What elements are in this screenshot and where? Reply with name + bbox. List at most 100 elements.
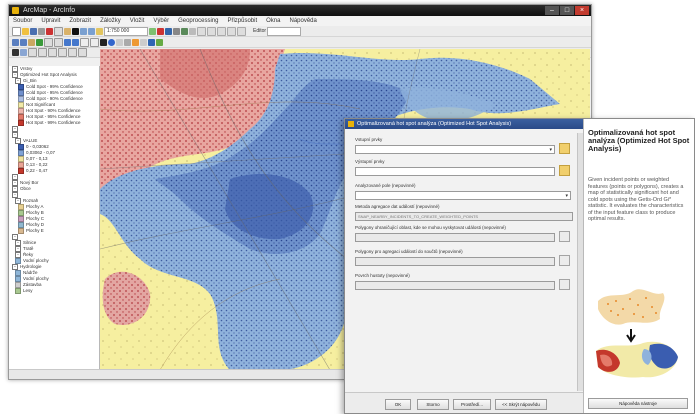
menu-upravit[interactable]: Upravit xyxy=(41,16,60,26)
tool-icon[interactable] xyxy=(217,26,226,36)
menu-soubor[interactable]: Soubor xyxy=(13,16,32,26)
tool-icon[interactable] xyxy=(197,26,206,36)
editor-menu[interactable]: Editor xyxy=(253,28,266,34)
undo-icon[interactable] xyxy=(80,27,87,35)
text-tool-icon[interactable] xyxy=(38,48,47,57)
select-features-icon[interactable] xyxy=(80,37,89,47)
environments-button[interactable]: Prostředí... xyxy=(453,399,491,410)
toc-layer-label: Lesy xyxy=(23,288,33,294)
maximize-button[interactable]: □ xyxy=(560,6,574,15)
menu-vyber[interactable]: Výběr xyxy=(153,16,169,26)
tool-icon[interactable] xyxy=(207,26,216,36)
copy-icon[interactable] xyxy=(54,26,63,36)
italic-icon[interactable] xyxy=(68,48,77,57)
editor-toolbar-icon[interactable] xyxy=(149,27,156,35)
rotate-icon[interactable] xyxy=(20,49,27,56)
density-surface-folder-button[interactable] xyxy=(559,279,570,290)
save-icon[interactable] xyxy=(30,27,37,35)
print-icon[interactable] xyxy=(38,27,45,35)
help-title: Optimalizovaná hot spot analýza (Optimiz… xyxy=(588,128,690,153)
zoom-out-icon[interactable] xyxy=(20,38,27,46)
add-data-icon[interactable] xyxy=(96,27,103,35)
chevron-down-icon: ▾ xyxy=(549,147,552,153)
find-icon[interactable] xyxy=(116,38,123,46)
python-icon[interactable] xyxy=(181,27,188,35)
identify-icon[interactable] xyxy=(108,38,115,46)
tool-icon[interactable] xyxy=(237,26,246,36)
minimize-button[interactable]: – xyxy=(545,6,559,15)
output-features-field[interactable] xyxy=(355,167,555,176)
fixed-zoom-in-icon[interactable] xyxy=(44,37,53,47)
input-features-dropdown[interactable]: ▾ xyxy=(355,145,555,154)
output-features-label: Výstupní prvky xyxy=(355,159,385,164)
html-popup-icon[interactable] xyxy=(140,38,147,46)
close-button[interactable]: × xyxy=(575,6,589,15)
toc-layer-label: Plochy B xyxy=(26,210,44,216)
bold-icon[interactable] xyxy=(58,48,67,57)
menu-vlozit[interactable]: Vložit xyxy=(130,16,145,26)
dialog-parameters: Vstupní prvky ▾ Výstupní prvky Analyzova… xyxy=(351,133,576,389)
time-slider-icon[interactable] xyxy=(148,38,155,46)
arctoolbox-icon[interactable] xyxy=(173,27,180,35)
modelbuilder-icon[interactable] xyxy=(189,27,196,35)
ok-button[interactable]: OK xyxy=(385,399,411,410)
pointer-icon[interactable] xyxy=(12,49,19,56)
cut-icon[interactable] xyxy=(46,27,53,35)
delete-icon[interactable] xyxy=(72,27,79,35)
aggregating-polygons-dropdown[interactable] xyxy=(355,257,555,266)
back-icon[interactable] xyxy=(64,38,71,46)
full-extent-icon[interactable] xyxy=(36,38,43,46)
legend-swatch xyxy=(15,288,21,294)
bounding-polygons-folder-button[interactable] xyxy=(559,231,570,242)
analysis-field-dropdown[interactable]: ▾ xyxy=(355,191,571,200)
select-elements-icon[interactable] xyxy=(100,38,107,46)
menu-okna[interactable]: Okna xyxy=(266,16,280,26)
tool-help-button[interactable]: Nápověda nástroje xyxy=(588,398,688,409)
help-illustration xyxy=(596,289,678,378)
hide-help-button[interactable]: << Skrýt nápovědu xyxy=(495,399,547,410)
bounding-polygons-dropdown[interactable] xyxy=(355,233,555,242)
forward-icon[interactable] xyxy=(72,38,79,46)
fill-color-icon[interactable] xyxy=(78,48,87,57)
menu-zalozky[interactable]: Záložky xyxy=(100,16,121,26)
scale-input[interactable]: 1:750 000 xyxy=(104,26,148,36)
menu-zobrazit[interactable]: Zobrazit xyxy=(69,16,91,26)
redo-icon[interactable] xyxy=(88,27,95,35)
toc-layer-label: Hydrologie xyxy=(20,264,42,270)
zoom-in-icon[interactable] xyxy=(12,38,19,46)
output-features-folder-button[interactable] xyxy=(559,165,570,176)
pan-icon[interactable] xyxy=(28,38,35,46)
toc-layer-label: Rozsah xyxy=(23,198,39,204)
menu-geoprocessing[interactable]: Geoprocessing xyxy=(178,16,218,26)
hyperlink-icon[interactable] xyxy=(132,38,139,46)
font-icon[interactable] xyxy=(48,48,57,57)
toc-layer-label: Plochy C xyxy=(26,216,45,222)
menu-napoveda[interactable]: Nápověda xyxy=(289,16,316,26)
editor-dropdown[interactable] xyxy=(267,26,302,36)
tool-icon[interactable] xyxy=(227,26,236,36)
search-icon[interactable] xyxy=(165,27,172,35)
window-title: ArcMap - ArcInfo xyxy=(23,7,76,14)
measure-icon[interactable] xyxy=(124,38,131,46)
density-surface-field[interactable] xyxy=(355,281,555,290)
toc-layer-label: Nový Bor xyxy=(20,180,39,186)
menu-prizpusobit[interactable]: Přizpůsobit xyxy=(227,16,257,26)
catalog-icon[interactable] xyxy=(157,27,164,35)
fixed-zoom-out-icon[interactable] xyxy=(54,37,63,47)
toc-layer-label: Hot Spot - 95% Confidence xyxy=(26,114,81,120)
aggregation-method-dropdown[interactable]: SNAP_NEARBY_INCIDENTS_TO_CREATE_WEIGHTED… xyxy=(355,212,573,221)
input-features-folder-button[interactable] xyxy=(559,143,570,154)
toc-layer-label: Hot Spot - 99% Confidence xyxy=(26,120,81,126)
create-viewer-icon[interactable] xyxy=(156,38,163,46)
toc-layer-label: Cold Spot - 90% Confidence xyxy=(26,96,83,102)
toc-layer-label: Plochy D xyxy=(26,222,45,228)
cancel-button[interactable]: Storno xyxy=(417,399,449,410)
toc-layer-row[interactable]: Lesy xyxy=(9,288,99,294)
open-icon[interactable] xyxy=(22,27,29,35)
draw-rect-icon[interactable] xyxy=(28,48,37,57)
new-document-icon[interactable] xyxy=(12,26,21,36)
aggregating-polygons-folder-button[interactable] xyxy=(559,255,570,266)
toc-layer-label: Tratě xyxy=(23,246,34,252)
clear-selection-icon[interactable] xyxy=(90,37,99,47)
paste-icon[interactable] xyxy=(64,27,71,35)
